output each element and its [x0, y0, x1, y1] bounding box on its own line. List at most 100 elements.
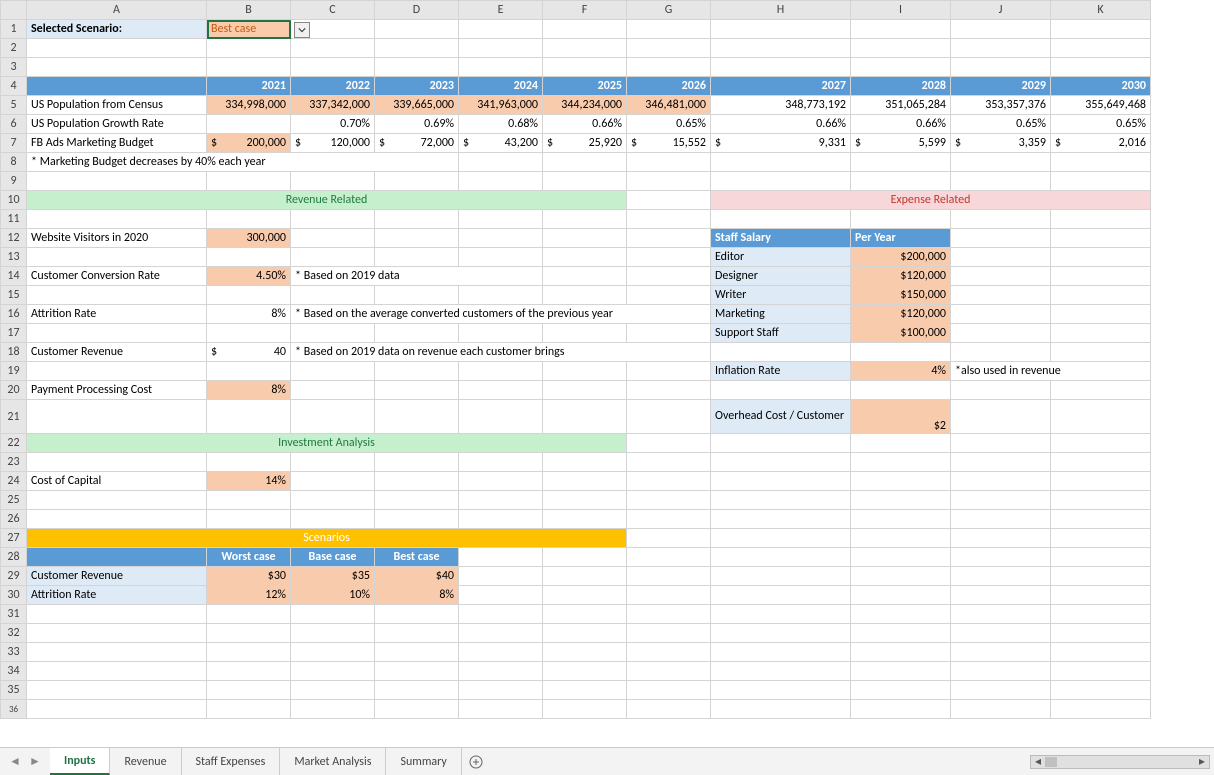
- cell-A18[interactable]: Customer Revenue: [27, 343, 207, 362]
- cell-F4[interactable]: 2025: [543, 77, 627, 96]
- staff-header-role[interactable]: Staff Salary: [711, 229, 851, 248]
- scen-col-best[interactable]: Best case: [375, 548, 459, 567]
- cell-A5[interactable]: US Population from Census: [27, 96, 207, 115]
- staff-role-1[interactable]: Designer: [711, 267, 851, 286]
- scroll-left-arrow-icon[interactable]: ◂: [1031, 756, 1045, 768]
- col-header-B[interactable]: B: [207, 1, 291, 20]
- cell-I4[interactable]: 2028: [851, 77, 951, 96]
- sheet-tab-staff-expenses[interactable]: Staff Expenses: [182, 748, 281, 775]
- cell-B5[interactable]: 334,998,000: [207, 96, 291, 115]
- sheet-tab-summary[interactable]: Summary: [386, 748, 461, 775]
- row-header-18[interactable]: 18: [1, 343, 27, 362]
- cell-K5[interactable]: 355,649,468: [1051, 96, 1151, 115]
- tab-nav-next[interactable]: ►: [26, 753, 44, 771]
- staff-header-salary[interactable]: Per Year: [851, 229, 951, 248]
- col-header-I[interactable]: I: [851, 1, 951, 20]
- cell-C18-note[interactable]: * Based on 2019 data on revenue each cus…: [291, 343, 711, 362]
- cell-I5[interactable]: 351,065,284: [851, 96, 951, 115]
- row-header-20[interactable]: 20: [1, 381, 27, 400]
- staff-salary-2[interactable]: $150,000: [851, 286, 951, 305]
- row-header-12[interactable]: 12: [1, 229, 27, 248]
- scen-row29-base[interactable]: $35: [291, 567, 375, 586]
- cell-G4[interactable]: 2026: [627, 77, 711, 96]
- row-header-34[interactable]: 34: [1, 662, 27, 681]
- row-header-17[interactable]: 17: [1, 324, 27, 343]
- staff-role-2[interactable]: Writer: [711, 286, 851, 305]
- row-header-9[interactable]: 9: [1, 172, 27, 191]
- cell-B20[interactable]: 8%: [207, 381, 291, 400]
- cell-B4[interactable]: 2021: [207, 77, 291, 96]
- sheet-tab-market-analysis[interactable]: Market Analysis: [280, 748, 386, 775]
- cell-D4[interactable]: 2023: [375, 77, 459, 96]
- row-header-1[interactable]: 1: [1, 20, 27, 39]
- sheet-tab-revenue[interactable]: Revenue: [110, 748, 181, 775]
- sheet-tab-inputs[interactable]: Inputs: [50, 748, 110, 775]
- row-header-22[interactable]: 22: [1, 434, 27, 453]
- cell-C16-note[interactable]: * Based on the average converted custome…: [291, 305, 711, 324]
- row-header-35[interactable]: 35: [1, 681, 27, 700]
- staff-salary-3[interactable]: $120,000: [851, 305, 951, 324]
- row-header-36[interactable]: 36: [1, 700, 27, 719]
- cell-A16[interactable]: Attrition Rate: [27, 305, 207, 324]
- cell-B16[interactable]: 8%: [207, 305, 291, 324]
- cell-B7[interactable]: $200,000: [207, 134, 291, 153]
- row-header-5[interactable]: 5: [1, 96, 27, 115]
- row-header-3[interactable]: 3: [1, 58, 27, 77]
- cell-E5[interactable]: 341,963,000: [459, 96, 543, 115]
- cell-A12[interactable]: Website Visitors in 2020: [27, 229, 207, 248]
- staff-role-4[interactable]: Support Staff: [711, 324, 851, 343]
- scen-row30-best[interactable]: 8%: [375, 586, 459, 605]
- cell-J4[interactable]: 2029: [951, 77, 1051, 96]
- cell-C5[interactable]: 337,342,000: [291, 96, 375, 115]
- staff-salary-4[interactable]: $100,000: [851, 324, 951, 343]
- row-header-31[interactable]: 31: [1, 605, 27, 624]
- cell-B14[interactable]: 4.50%: [207, 267, 291, 286]
- cell-B12[interactable]: 300,000: [207, 229, 291, 248]
- cell-B1[interactable]: Best case: [207, 20, 291, 39]
- inflation-note[interactable]: *also used in revenue: [951, 362, 1151, 381]
- row-header-13[interactable]: 13: [1, 248, 27, 267]
- row-header-19[interactable]: 19: [1, 362, 27, 381]
- staff-role-0[interactable]: Editor: [711, 248, 851, 267]
- scen-row30-base[interactable]: 10%: [291, 586, 375, 605]
- col-header-C[interactable]: C: [291, 1, 375, 20]
- col-header-K[interactable]: K: [1051, 1, 1151, 20]
- inflation-value[interactable]: 4%: [851, 362, 951, 381]
- row-header-26[interactable]: 26: [1, 510, 27, 529]
- scroll-right-arrow-icon[interactable]: ▸: [1195, 756, 1209, 768]
- scen-row29-worst[interactable]: $30: [207, 567, 291, 586]
- row-header-14[interactable]: 14: [1, 267, 27, 286]
- scen-row30-worst[interactable]: 12%: [207, 586, 291, 605]
- cell-A1[interactable]: Selected Scenario:: [27, 20, 207, 39]
- row-header-32[interactable]: 32: [1, 624, 27, 643]
- scenario-dropdown-button[interactable]: [294, 22, 310, 38]
- horizontal-scrollbar[interactable]: ◂ ▸: [1030, 755, 1210, 769]
- row-header-11[interactable]: 11: [1, 210, 27, 229]
- overhead-value[interactable]: $2: [851, 400, 951, 434]
- row-header-4[interactable]: 4: [1, 77, 27, 96]
- col-header-E[interactable]: E: [459, 1, 543, 20]
- cell-A20[interactable]: Payment Processing Cost: [27, 381, 207, 400]
- row-header-15[interactable]: 15: [1, 286, 27, 305]
- scen-col-base[interactable]: Base case: [291, 548, 375, 567]
- cell-B18[interactable]: $40: [207, 343, 291, 362]
- col-header-G[interactable]: G: [627, 1, 711, 20]
- col-header-H[interactable]: H: [711, 1, 851, 20]
- cell-A14[interactable]: Customer Conversion Rate: [27, 267, 207, 286]
- cell-D5[interactable]: 339,665,000: [375, 96, 459, 115]
- cell-A24[interactable]: Cost of Capital: [27, 472, 207, 491]
- scen-row30-label[interactable]: Attrition Rate: [27, 586, 207, 605]
- add-sheet-button[interactable]: [462, 748, 490, 775]
- row-header-21[interactable]: 21: [1, 400, 27, 434]
- row-header-16[interactable]: 16: [1, 305, 27, 324]
- cell-J5[interactable]: 353,357,376: [951, 96, 1051, 115]
- cell-A4[interactable]: [27, 77, 207, 96]
- col-header-J[interactable]: J: [951, 1, 1051, 20]
- cell-C14-note[interactable]: * Based on 2019 data: [291, 267, 543, 286]
- scen-row29-best[interactable]: $40: [375, 567, 459, 586]
- cell-F5[interactable]: 344,234,000: [543, 96, 627, 115]
- staff-role-3[interactable]: Marketing: [711, 305, 851, 324]
- cell-E4[interactable]: 2024: [459, 77, 543, 96]
- cell-G5[interactable]: 346,481,000: [627, 96, 711, 115]
- scen-hdr-blank[interactable]: [27, 548, 207, 567]
